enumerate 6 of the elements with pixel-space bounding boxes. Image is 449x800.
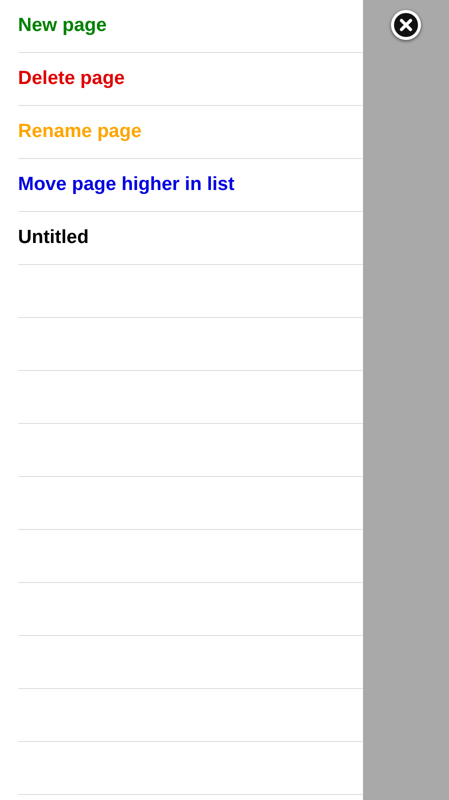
menu-item[interactable]: Untitled: [18, 224, 89, 252]
close-button[interactable]: [391, 10, 421, 40]
menu-item[interactable]: New page: [18, 12, 107, 40]
menu-item[interactable]: Move page higher in list: [18, 170, 234, 200]
menu-item[interactable]: Delete page: [18, 64, 125, 94]
close-icon: [393, 12, 419, 38]
